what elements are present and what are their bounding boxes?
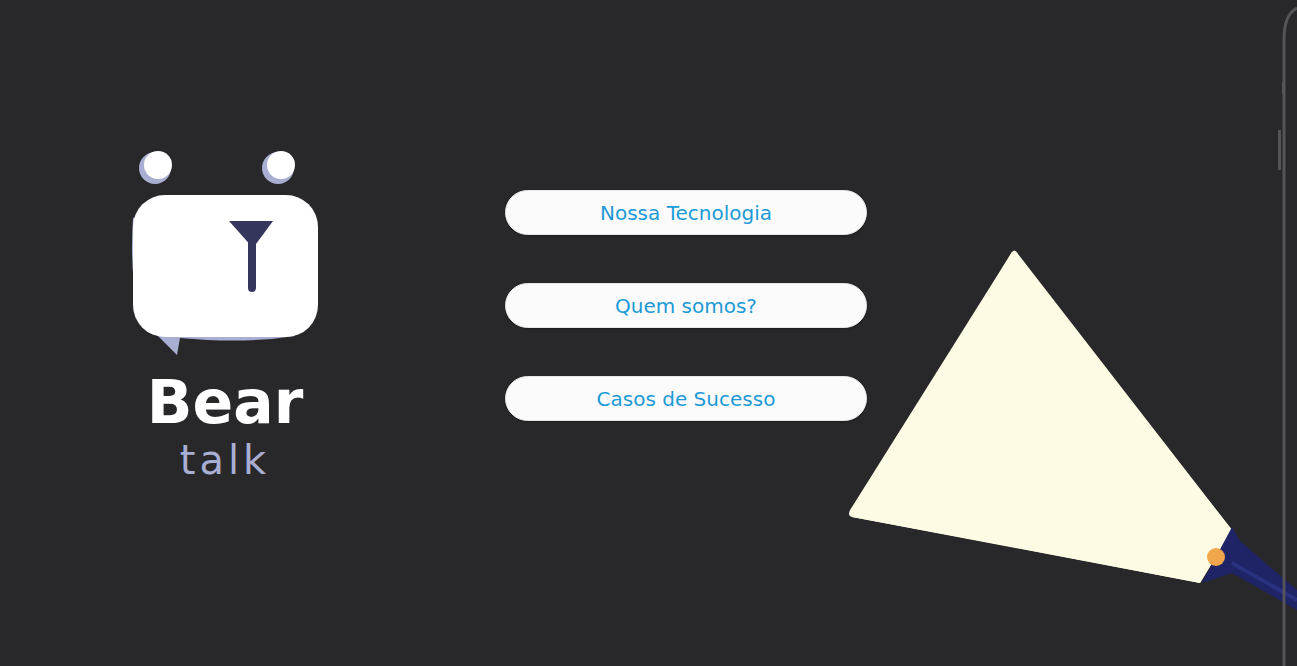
nav-button[interactable]: Casos de Sucesso [505, 376, 867, 421]
bear-icon [125, 148, 325, 360]
flashlight-icon [840, 245, 1297, 666]
nav-menu: Nossa Tecnologia Quem somos? Casos de Suce… [505, 190, 867, 421]
logo-title: Bear [125, 372, 325, 432]
nav-button[interactable]: Nossa Tecnologia [505, 190, 867, 235]
logo-subtitle: talk [125, 440, 325, 480]
logo: Bear talk [125, 148, 325, 480]
nav-button[interactable]: Quem somos? [505, 283, 867, 328]
phone-icon [1278, 0, 1297, 666]
